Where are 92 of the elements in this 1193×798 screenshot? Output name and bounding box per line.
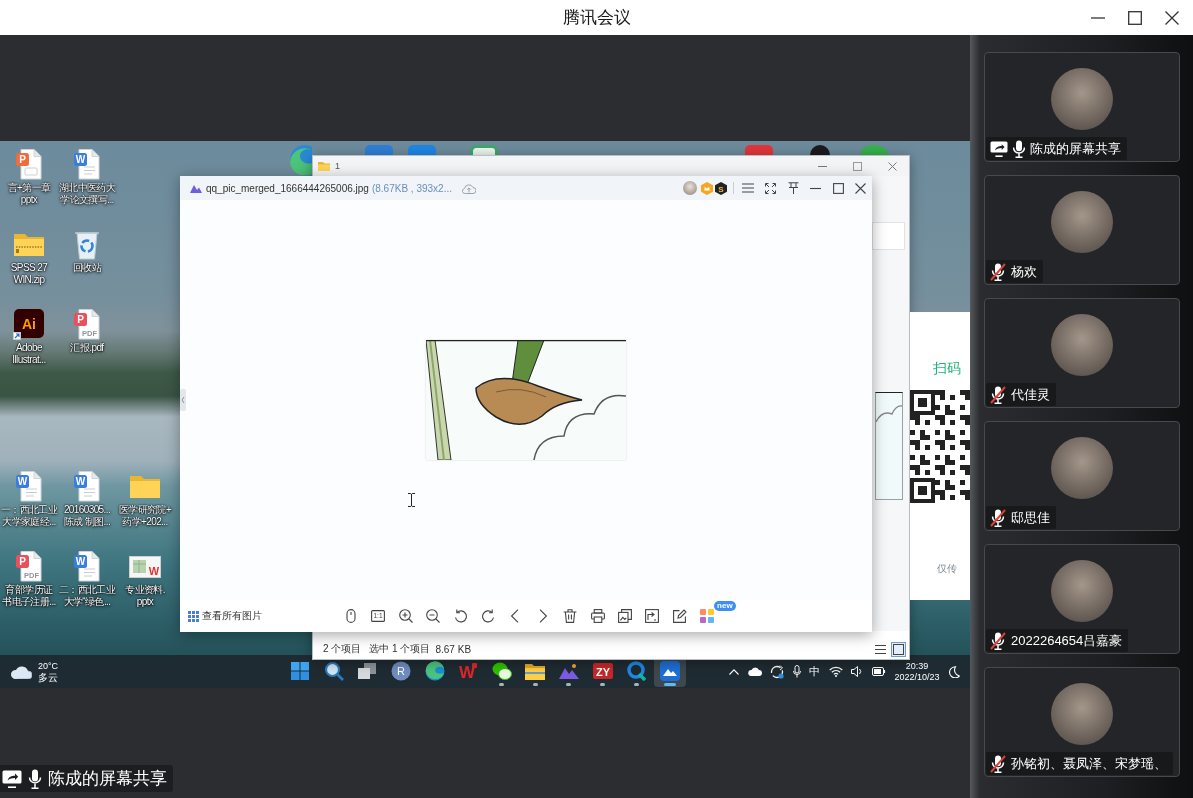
temperature: 20°C [38, 660, 59, 672]
window-title: 1 [335, 161, 340, 171]
folder-icon [525, 661, 546, 681]
mountain-icon [559, 661, 579, 681]
zy-logo-icon: ZY [592, 661, 613, 681]
arrow-box-icon[interactable] [645, 609, 660, 623]
new-badge: new [714, 601, 736, 611]
screen-share-icon [990, 140, 1008, 157]
running-indicator-icon [566, 683, 572, 686]
printer-icon[interactable] [590, 609, 605, 623]
input-method-indicator[interactable]: 中 [809, 664, 821, 679]
start-icon [290, 661, 311, 681]
mouse-icon[interactable] [344, 609, 358, 623]
item-count: 2 个项目 [323, 642, 362, 656]
pin-icon[interactable] [787, 182, 799, 194]
desktop-icon-label: SPSS 27 WIN.zip [10, 262, 48, 286]
file-name: qq_pic_merged_1666444265006.jpg [206, 182, 369, 194]
illustrator-app-icon[interactable]: Ai [13, 308, 45, 340]
wifi-icon[interactable] [828, 666, 843, 677]
chat-bubbles-icon [491, 661, 512, 681]
weather-condition: 多云 [38, 671, 59, 683]
rotate-left-icon[interactable] [453, 609, 468, 623]
participant-name: 孙铭初、聂凤泽、宋梦瑶、 [1011, 754, 1167, 773]
microphone-icon[interactable] [792, 665, 801, 678]
desktop-icon-label: 20160305... 陈成 制图... [63, 504, 111, 528]
running-indicator-icon [663, 683, 676, 686]
copy-icon[interactable] [617, 609, 632, 623]
trash-can-icon[interactable] [563, 609, 578, 623]
browser-icon [424, 661, 445, 681]
task-view-icon [357, 661, 378, 681]
close-icon[interactable] [855, 182, 866, 194]
desktop-icon-label: 一：西北工业 大学家庭经... [0, 504, 58, 528]
search-icon [323, 661, 344, 681]
letter-circle-icon: R [391, 661, 411, 681]
running-indicator-icon [532, 683, 538, 686]
view-toggle-button[interactable] [891, 641, 906, 657]
desktop-icon-label: 二：西北工业 大学“绿色... [58, 584, 116, 608]
battery-icon[interactable] [871, 667, 886, 676]
app-tile-icon[interactable] [365, 145, 393, 155]
fullscreen-icon[interactable] [765, 182, 776, 194]
participant-name: 邸思佳 [1011, 508, 1050, 527]
sync-icon[interactable] [770, 664, 785, 679]
moon-icon[interactable] [948, 665, 960, 678]
app-tile-icon[interactable] [470, 145, 498, 155]
cloud-icon[interactable] [747, 667, 762, 676]
file-info: (8.67KB , 393x2... [371, 182, 452, 194]
letter-badge-icon[interactable]: S [714, 181, 727, 195]
search-field[interactable] [872, 222, 905, 250]
view-all-pictures-button[interactable]: 查看所有图片 [188, 609, 262, 623]
grid-icon [188, 610, 199, 622]
desktop-icon-label: 汇报.pdf [70, 342, 104, 354]
clock-time: 20:39 [905, 660, 929, 672]
maximize-icon[interactable] [832, 182, 844, 194]
participant-name: 陈成的屏幕共享 [1030, 139, 1121, 158]
desktop-icon-label: Adobe Illustrat... [12, 342, 46, 366]
cloud-outline-icon [876, 405, 902, 423]
volume-icon[interactable] [851, 666, 864, 677]
app-tile-icon[interactable] [745, 145, 773, 155]
desktop-icon-label: 专业资料. pptx [125, 584, 165, 608]
participant-name: 2022264654吕嘉豪 [1011, 631, 1123, 650]
selection-size: 8.67 KB [435, 643, 472, 655]
desktop-icon-label: 湖北中医药大 学论文撰写... [58, 182, 116, 206]
running-indicator-icon [633, 683, 639, 686]
cloud-icon[interactable] [10, 664, 32, 679]
presenter-name: 陈成的屏幕共享 [48, 768, 167, 790]
folder-icon [318, 161, 330, 171]
q-ring-icon [626, 661, 647, 681]
text-cursor-icon [408, 493, 415, 507]
zoom-in-icon[interactable] [398, 609, 413, 623]
large-icons-view-icon [893, 643, 904, 655]
login-note: 仅传 [937, 562, 958, 576]
edit-icon[interactable] [672, 609, 687, 623]
desktop-icon-label: 医学研究院+ 药学+202... [118, 504, 172, 528]
participant-name: 杨欢 [1011, 262, 1037, 281]
mountain-icon [190, 183, 202, 193]
close-icon[interactable] [1165, 10, 1179, 25]
rotate-right-icon[interactable] [480, 609, 495, 623]
chevron-up-icon[interactable] [729, 668, 740, 675]
clock-date: 2022/10/23 [894, 671, 940, 683]
desktop-icon-label: 育部学历证 书电子注册... [2, 584, 56, 608]
maximize-icon[interactable] [1128, 10, 1142, 25]
running-indicator-icon [499, 683, 505, 686]
login-heading: 扫码 [933, 360, 962, 377]
selection-info: 选中 1 个项目 [369, 642, 431, 656]
apps-icon[interactable] [700, 609, 715, 623]
window-title: 腾讯会议 [562, 7, 631, 29]
zoom-out-icon[interactable] [426, 609, 441, 623]
participant-name: 代佳灵 [1011, 385, 1050, 404]
desktop-icon-label: 回收站 [72, 262, 102, 274]
list-view-icon [875, 643, 886, 655]
app-tile-icon[interactable] [408, 145, 436, 155]
running-indicator-icon [600, 683, 606, 686]
